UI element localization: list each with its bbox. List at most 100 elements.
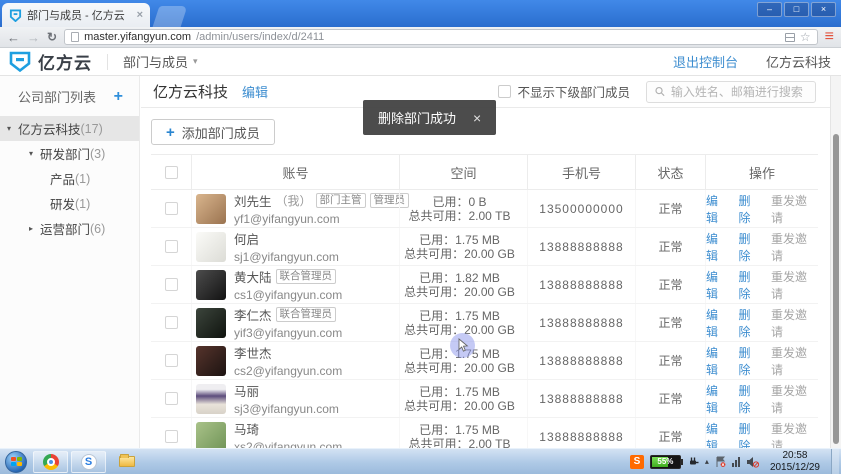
tree-item-dev[interactable]: 研发 (1) <box>0 191 139 216</box>
scrollbar[interactable] <box>830 76 841 448</box>
select-all-checkbox[interactable] <box>164 165 178 179</box>
sogou-browser-icon: S <box>80 453 97 470</box>
col-space: 空间 <box>399 155 527 189</box>
browser-tab[interactable]: 部门与成员 - 亿方云 × <box>2 3 150 27</box>
member-phone: 13888888888 <box>527 342 635 379</box>
tree-item-product[interactable]: 产品 (1) <box>0 166 139 191</box>
edit-link[interactable]: 编辑 <box>706 192 730 226</box>
sogou-ime-icon[interactable]: S <box>629 454 644 469</box>
resend-invite-link[interactable]: 重发邀请 <box>771 382 818 416</box>
space-total: 总共可用：20.00 GB <box>404 284 515 299</box>
caret-down-icon[interactable]: ▾ <box>29 149 40 158</box>
edit-link[interactable]: 编辑 <box>706 230 730 264</box>
exit-console-link[interactable]: 退出控制台 <box>673 52 738 71</box>
member-name: 何启 <box>234 233 260 247</box>
back-icon[interactable]: ← <box>7 31 20 44</box>
table-row[interactable]: 黄大陆 联合管理员 cs1@yifangyun.com 已用：1.82 MB 总… <box>151 266 818 304</box>
row-checkbox[interactable] <box>164 430 178 443</box>
window-maximize-button[interactable]: □ <box>784 2 809 17</box>
scrollbar-thumb[interactable] <box>833 134 839 444</box>
tree-item-rd-dept[interactable]: ▾ 研发部门 (3) <box>0 141 139 166</box>
tab-close-icon[interactable]: × <box>137 9 143 21</box>
delete-link[interactable]: 删除 <box>739 192 763 226</box>
table-row[interactable]: 李世杰 cs2@yifangyun.com 已用：1.75 MB 总共可用：20… <box>151 342 818 380</box>
delete-link[interactable]: 删除 <box>739 306 763 340</box>
app-logo[interactable]: 亿方云 <box>8 49 92 74</box>
translate-icon[interactable] <box>784 32 795 42</box>
resend-invite-link[interactable]: 重发邀请 <box>771 344 818 378</box>
delete-link[interactable]: 删除 <box>739 344 763 378</box>
edit-link[interactable]: 编辑 <box>706 268 730 302</box>
forward-icon[interactable]: → <box>27 31 40 44</box>
caret-down-icon[interactable]: ▾ <box>7 124 18 133</box>
volume-muted-icon[interactable] <box>746 456 759 468</box>
new-tab-button[interactable] <box>152 6 188 27</box>
filter-checkbox[interactable] <box>498 85 512 98</box>
table-row[interactable]: 马丽 sj3@yifangyun.com 已用：1.75 MB 总共可用：20.… <box>151 380 818 418</box>
bookmark-star-icon[interactable]: ☆ <box>800 31 811 43</box>
taskbar-chrome-button[interactable] <box>33 450 68 473</box>
row-checkbox[interactable] <box>164 278 178 291</box>
taskbar-sogou-button[interactable]: S <box>71 450 106 473</box>
toast-close-icon[interactable]: × <box>473 110 481 126</box>
address-bar[interactable]: master.yifangyun.com /admin/users/index/… <box>64 29 818 45</box>
row-checkbox[interactable] <box>164 392 178 405</box>
resend-invite-link[interactable]: 重发邀请 <box>771 306 818 340</box>
table-row[interactable]: 何启 sj1@yifangyun.com 已用：1.75 MB 总共可用：20.… <box>151 228 818 266</box>
action-center-flag-icon[interactable] <box>715 456 726 468</box>
show-desktop-button[interactable] <box>831 448 839 474</box>
taskbar-clock[interactable]: 20:58 2015/12/29 <box>765 450 825 474</box>
edit-link[interactable]: 编辑 <box>706 382 730 416</box>
delete-link[interactable]: 删除 <box>739 230 763 264</box>
member-email: cs2@yifangyun.com <box>234 364 343 378</box>
avatar <box>196 345 226 376</box>
delete-link[interactable]: 删除 <box>739 268 763 302</box>
network-signal-icon[interactable] <box>731 456 740 467</box>
taskbar-explorer-button[interactable] <box>109 451 144 473</box>
space-used: 已用：1.75 MB <box>419 384 500 399</box>
edit-department-link[interactable]: 编辑 <box>242 82 268 101</box>
avatar <box>196 193 226 224</box>
nav-departments-members[interactable]: 部门与成员 ▾ <box>123 52 198 71</box>
table-row[interactable]: 李仁杰 联合管理员 yif3@yifangyun.com 已用：1.75 MB … <box>151 304 818 342</box>
row-checkbox[interactable] <box>164 202 178 215</box>
resend-invite-link[interactable]: 重发邀请 <box>771 268 818 302</box>
search-box[interactable] <box>646 80 816 103</box>
status-badge: 正常 <box>635 380 705 417</box>
plus-icon: + <box>166 123 175 141</box>
window-close-button[interactable]: × <box>811 2 836 17</box>
tree-item-company[interactable]: ▾ 亿方云科技 (17) <box>0 116 139 141</box>
row-checkbox[interactable] <box>164 240 178 253</box>
member-name-suffix: （我） <box>275 194 312 208</box>
header-divider <box>107 53 108 70</box>
battery-indicator[interactable]: 55% <box>649 454 683 469</box>
col-account: 账号 <box>191 155 399 189</box>
browser-menu-icon[interactable]: ≡ <box>825 29 834 45</box>
reload-icon[interactable]: ↻ <box>47 30 57 44</box>
row-checkbox[interactable] <box>164 316 178 329</box>
edit-link[interactable]: 编辑 <box>706 344 730 378</box>
resend-invite-link[interactable]: 重发邀请 <box>771 192 818 226</box>
tree-item-ops-dept[interactable]: ▸ 运营部门 (6) <box>0 216 139 241</box>
tree-label: 运营部门 <box>40 223 91 237</box>
tray-expand-icon[interactable]: ▴ <box>705 457 709 466</box>
add-department-icon[interactable]: + <box>114 88 123 105</box>
add-member-button[interactable]: + 添加部门成员 <box>151 119 275 145</box>
start-button[interactable] <box>5 450 27 473</box>
space-total: 总共可用：20.00 GB <box>404 360 515 375</box>
search-input[interactable] <box>670 84 807 99</box>
status-badge: 正常 <box>635 228 705 265</box>
edit-link[interactable]: 编辑 <box>706 306 730 340</box>
member-email: sj3@yifangyun.com <box>234 402 339 416</box>
tree-label: 研发 <box>50 198 76 212</box>
window-minimize-button[interactable]: – <box>757 2 782 17</box>
caret-right-icon[interactable]: ▸ <box>29 224 40 233</box>
member-phone: 13888888888 <box>527 266 635 303</box>
tree-count: (3) <box>90 146 106 161</box>
windows-logo-icon <box>10 457 22 466</box>
table-row[interactable]: 刘先生 （我） 部门主管 管理员 yf1@yifangyun.com 已用：0 … <box>151 190 818 228</box>
filter-checkbox-row[interactable]: 不显示下级部门成员 <box>498 82 630 101</box>
delete-link[interactable]: 删除 <box>739 382 763 416</box>
row-checkbox[interactable] <box>164 354 178 367</box>
resend-invite-link[interactable]: 重发邀请 <box>771 230 818 264</box>
